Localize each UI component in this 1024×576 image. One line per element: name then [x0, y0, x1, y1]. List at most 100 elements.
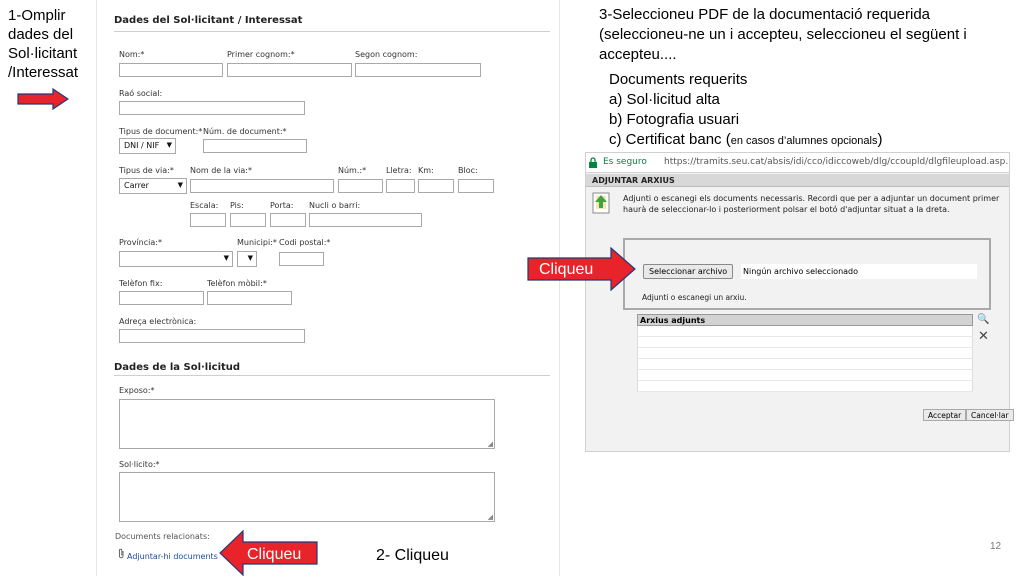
- upload-note: Adjunti o escanegi un arxiu.: [642, 293, 747, 302]
- label-telefon-fix: Telèfon fix:: [119, 279, 163, 288]
- municipi-select[interactable]: ▼: [237, 251, 257, 267]
- label-nucli: Nucli o barri:: [309, 201, 361, 210]
- label-segon-cognom: Segon cognom:: [355, 50, 418, 59]
- label-num-document: Núm. de document:*: [203, 127, 287, 136]
- telefon-mobil-input[interactable]: [207, 291, 292, 305]
- section-title-request: Dades de la Sol·licitud: [114, 362, 241, 373]
- escala-input[interactable]: [190, 213, 226, 227]
- label-provincia: Província:*: [119, 238, 162, 247]
- telefon-fix-input[interactable]: [119, 291, 204, 305]
- pis-input[interactable]: [230, 213, 266, 227]
- label-km: Km:: [418, 166, 434, 175]
- step1-line: /Interessat: [8, 64, 79, 81]
- label-telefon-mobil: Telèfon mòbil:*: [207, 279, 267, 288]
- table-row[interactable]: [637, 337, 973, 348]
- codi-postal-input[interactable]: [279, 252, 324, 266]
- select-file-button[interactable]: Seleccionar archivo: [643, 264, 734, 279]
- chevron-down-icon: ▼: [247, 254, 253, 262]
- document-upload-icon: [592, 192, 610, 214]
- table-row[interactable]: [637, 326, 973, 337]
- label-num: Núm.:*: [338, 166, 367, 175]
- nucli-input[interactable]: [309, 213, 422, 227]
- label-rao-social: Raó social:: [119, 89, 163, 98]
- label-tipus-via: Tipus de via:*: [119, 166, 174, 175]
- label-nom: Nom:*: [119, 50, 145, 59]
- label-nom-via: Nom de la via:*: [190, 166, 252, 175]
- table-row[interactable]: [637, 359, 973, 370]
- num-input[interactable]: [338, 179, 383, 193]
- url-text: https://tramits.seu.cat/absis/idi/cco/id…: [664, 157, 1009, 167]
- section-divider: [114, 375, 550, 376]
- table-row[interactable]: [637, 370, 973, 381]
- lletra-input[interactable]: [386, 179, 415, 193]
- bloc-input[interactable]: [458, 179, 494, 193]
- chevron-down-icon: ▼: [223, 254, 229, 262]
- lock-icon: [589, 157, 597, 168]
- label-porta: Porta:: [270, 201, 294, 210]
- adreca-electronica-input[interactable]: [119, 329, 305, 343]
- doc-item-c-note: en casos d’alumnes opcionals: [730, 135, 878, 147]
- cliqueu-label: Cliqueu: [539, 261, 594, 278]
- primer-cognom-input[interactable]: [227, 63, 352, 77]
- table-header: Arxius adjunts: [637, 314, 973, 326]
- upload-box: Seleccionar archivo Ningún archivo selec…: [623, 238, 991, 310]
- rao-social-input[interactable]: [119, 101, 305, 115]
- label-codi-postal: Codi postal:*: [279, 238, 331, 247]
- section-divider: [114, 31, 550, 32]
- chevron-down-icon: ▼: [166, 141, 172, 149]
- segon-cognom-input[interactable]: [355, 63, 481, 77]
- nom-via-input[interactable]: [190, 179, 334, 193]
- step1-line: Sol·licitant: [8, 45, 78, 62]
- step3-note: 3-Seleccioneu PDF de la documentació req…: [599, 6, 967, 63]
- secure-label: Es seguro: [603, 157, 647, 167]
- file-status: Ningún archivo seleccionado: [741, 264, 977, 279]
- label-lletra: Lletra:: [386, 166, 412, 175]
- num-document-input[interactable]: [203, 139, 307, 153]
- address-bar[interactable]: Es seguro https://tramits.seu.cat/absis/…: [586, 153, 1009, 173]
- label-adreca-electronica: Adreça electrònica:: [119, 317, 197, 326]
- tipus-document-value: DNI / NIF: [124, 141, 160, 150]
- sollicito-textarea[interactable]: ◢: [119, 472, 495, 522]
- label-documents-relacionats: Documents relacionats:: [115, 532, 210, 541]
- dialog-message: Adjunti o escanegi els documents necessa…: [623, 194, 1000, 214]
- request-form: Dades del Sol·licitant / Interessat Nom:…: [96, 0, 560, 576]
- accept-button[interactable]: Acceptar: [923, 409, 967, 421]
- delete-icon[interactable]: ✕: [978, 329, 989, 344]
- docs-title: Documents requerits: [609, 71, 748, 88]
- label-sollicito: Sol·licito:*: [119, 460, 160, 469]
- provincia-select[interactable]: ▼: [119, 251, 233, 267]
- nom-input[interactable]: [119, 63, 223, 77]
- label-exposo: Exposo:*: [119, 386, 155, 395]
- dialog-title: ADJUNTAR ARXIUS: [586, 174, 1009, 187]
- tipus-document-select[interactable]: DNI / NIF ▼: [119, 138, 176, 154]
- table-row[interactable]: [637, 348, 973, 359]
- label-bloc: Bloc:: [458, 166, 478, 175]
- km-input[interactable]: [418, 179, 454, 193]
- porta-input[interactable]: [270, 213, 306, 227]
- label-tipus-document: Tipus de document:*: [119, 127, 203, 136]
- cliqueu-label: Cliqueu: [247, 546, 302, 563]
- doc-item-b: b) Fotografia usuari: [609, 111, 740, 128]
- step2-note: 2- Cliqueu: [376, 547, 449, 564]
- attached-files-table: Arxius adjunts: [637, 314, 973, 392]
- section-title-applicant: Dades del Sol·licitant / Interessat: [114, 15, 303, 26]
- label-pis: Pis:: [230, 201, 244, 210]
- table-row[interactable]: [637, 381, 973, 392]
- doc-item-c: c) Certificat banc (en casos d’alumnes o…: [609, 130, 1009, 151]
- cancel-button[interactable]: Cancel·lar: [966, 409, 1014, 421]
- step1-line: dades del: [8, 26, 74, 43]
- step1-note: 1-Omplir dades del Sol·licitant /Interes…: [8, 6, 94, 82]
- label-primer-cognom: Primer cognom:*: [227, 50, 295, 59]
- doc-item-c-close: ): [877, 131, 883, 148]
- exposo-textarea[interactable]: ◢: [119, 399, 495, 449]
- step1-line: 1-Omplir: [8, 7, 66, 24]
- label-municipi: Municipi:*: [237, 238, 277, 247]
- paperclip-icon: [118, 548, 124, 559]
- doc-item-a: a) Sol·licitud alta: [609, 91, 720, 108]
- magnifier-icon[interactable]: 🔍: [977, 314, 989, 325]
- file-upload-window: Es seguro https://tramits.seu.cat/absis/…: [585, 152, 1014, 452]
- tipus-via-select[interactable]: Carrer ▼: [119, 178, 187, 194]
- required-documents-list: Documents requerits a) Sol·licitud alta …: [609, 70, 1009, 151]
- adjuntar-documents-link[interactable]: Adjuntar-hi documents: [127, 552, 218, 561]
- tipus-via-value: Carrer: [124, 181, 149, 190]
